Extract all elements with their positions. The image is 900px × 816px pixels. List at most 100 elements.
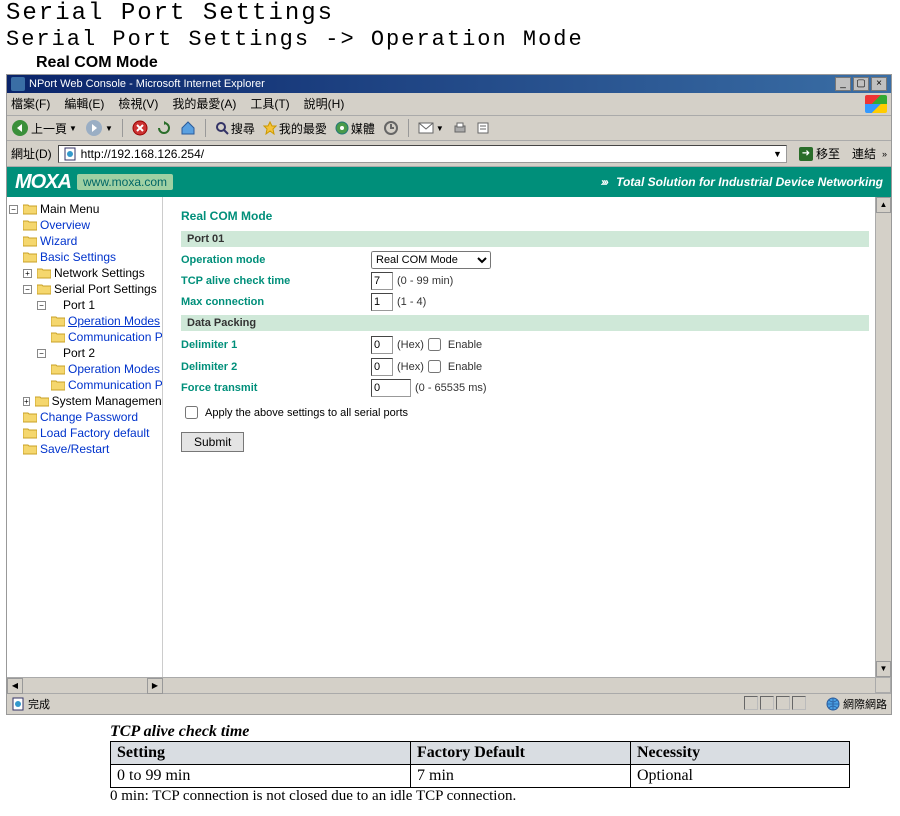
operation-mode-select[interactable]: Real COM Mode [371, 251, 491, 269]
scroll-down-icon[interactable]: ▼ [876, 661, 891, 677]
tree-basic-settings[interactable]: Basic Settings [23, 249, 160, 265]
close-button[interactable]: × [871, 77, 887, 91]
links-label[interactable]: 連結 [852, 145, 876, 162]
folder-icon [51, 379, 65, 391]
folder-icon [51, 363, 65, 375]
links-chevron-icon[interactable]: » [882, 149, 887, 159]
media-button[interactable]: 媒體 [335, 120, 375, 137]
delim1-input[interactable] [371, 336, 393, 354]
menu-tools[interactable]: 工具(T) [250, 95, 289, 113]
param-table: Setting Factory Default Necessity 0 to 9… [110, 741, 850, 788]
banner-tagline: Total Solution for Industrial Device Net… [616, 175, 883, 189]
menubar: 檔案(F) 編輯(E) 檢視(V) 我的最愛(A) 工具(T) 說明(H) [7, 93, 891, 116]
back-button[interactable]: 上一頁 ▼ [11, 119, 77, 137]
tree-system-management[interactable]: + System Management [23, 393, 160, 409]
collapse-icon[interactable]: − [23, 285, 32, 294]
search-button[interactable]: 搜尋 [215, 120, 255, 137]
statusbar: 完成 網際網路 [7, 693, 891, 714]
moxa-banner: MOXA www.moxa.com ››› Total Solution for… [7, 167, 891, 197]
console-body: − Main Menu Overview Wizard Basic Settin… [7, 197, 891, 677]
td-default: 7 min [411, 765, 631, 788]
th-setting: Setting [111, 742, 411, 765]
tcp-alive-input[interactable] [371, 272, 393, 290]
address-label: 網址(D) [11, 145, 52, 162]
scroll-up-icon[interactable]: ▲ [876, 197, 891, 213]
page-heading: Real COM Mode [181, 209, 869, 223]
expand-icon[interactable]: + [23, 269, 32, 278]
history-button[interactable] [383, 120, 399, 136]
url-text: http://192.168.126.254/ [81, 147, 204, 161]
tree-comm-para-1[interactable]: Communication Para [51, 329, 160, 345]
home-button[interactable] [180, 120, 196, 136]
mode-label: Real COM Mode [36, 54, 900, 72]
folder-icon [37, 267, 51, 279]
delim2-enable-label: Enable [448, 361, 482, 373]
doc-title: Serial Port Settings [0, 0, 900, 27]
address-field[interactable]: http://192.168.126.254/ ▼ [58, 145, 787, 163]
data-packing-bar: Data Packing [181, 315, 869, 331]
force-transmit-input[interactable] [371, 379, 411, 397]
tree-network-settings[interactable]: + Network Settings [23, 265, 160, 281]
menu-view[interactable]: 檢視(V) [118, 95, 158, 113]
menu-favorites[interactable]: 我的最愛(A) [172, 95, 236, 113]
collapse-icon[interactable]: − [9, 205, 18, 214]
folder-icon [23, 235, 37, 247]
tree-operation-modes-2[interactable]: Operation Modes [51, 361, 160, 377]
done-icon [11, 697, 25, 711]
content-pane: Real COM Mode Port 01 Operation mode Rea… [163, 197, 875, 677]
scroll-right-icon[interactable]: ▶ [147, 678, 163, 694]
sidebar-horizontal-scrollbar[interactable]: ◀ ▶ [7, 677, 163, 693]
th-necessity: Necessity [631, 742, 850, 765]
toolbar: 上一頁 ▼ ▼ 搜尋 我的最愛 媒體 [7, 116, 891, 141]
tree-operation-modes-1[interactable]: Operation Modes [51, 313, 160, 329]
maxconn-input[interactable] [371, 293, 393, 311]
tree-serial-port-settings[interactable]: − Serial Port Settings [23, 281, 160, 297]
tree-port2[interactable]: − Port 2 [37, 345, 160, 361]
banner-arrows-icon: ››› [601, 175, 607, 189]
tree-root[interactable]: − Main Menu [9, 201, 160, 217]
edit-button[interactable] [476, 121, 490, 135]
go-arrow-icon: ➜ [799, 147, 813, 161]
print-button[interactable] [452, 121, 468, 135]
window-title: NPort Web Console - Microsoft Internet E… [29, 78, 265, 90]
favorites-button[interactable]: 我的最愛 [263, 120, 327, 137]
menu-edit[interactable]: 編輯(E) [64, 95, 104, 113]
submit-button[interactable]: Submit [181, 432, 244, 452]
expand-icon[interactable]: + [23, 397, 30, 406]
tree-wizard[interactable]: Wizard [23, 233, 160, 249]
operation-mode-label: Operation mode [181, 254, 371, 266]
forward-button[interactable]: ▼ [85, 119, 113, 137]
delim2-enable-checkbox[interactable] [428, 360, 441, 373]
apply-all-checkbox[interactable] [185, 406, 198, 419]
delim1-label: Delimiter 1 [181, 339, 371, 351]
address-dropdown-icon[interactable]: ▼ [773, 149, 782, 159]
minimize-button[interactable]: _ [835, 77, 851, 91]
delim1-enable-label: Enable [448, 339, 482, 351]
go-button[interactable]: ➜ 移至 [793, 144, 846, 163]
collapse-icon[interactable]: − [37, 349, 46, 358]
td-setting: 0 to 99 min [111, 765, 411, 788]
maximize-button[interactable]: ▢ [853, 77, 869, 91]
collapse-icon[interactable]: − [37, 301, 46, 310]
mail-button[interactable]: ▼ [418, 121, 444, 135]
tree-change-password[interactable]: Change Password [23, 409, 160, 425]
tree-comm-para-2[interactable]: Communication Para [51, 377, 160, 393]
folder-open-icon [51, 315, 65, 327]
vertical-scrollbar[interactable]: ▲ ▼ [875, 197, 891, 677]
browser-window: NPort Web Console - Microsoft Internet E… [6, 74, 892, 715]
refresh-button[interactable] [156, 120, 172, 136]
tree-overview[interactable]: Overview [23, 217, 160, 233]
delim2-input[interactable] [371, 358, 393, 376]
menu-help[interactable]: 說明(H) [304, 95, 345, 113]
menu-file[interactable]: 檔案(F) [11, 95, 50, 113]
scroll-left-icon[interactable]: ◀ [7, 678, 23, 694]
tree-save-restart[interactable]: Save/Restart [23, 441, 160, 457]
page-icon [63, 147, 77, 161]
port-section-bar: Port 01 [181, 231, 869, 247]
tree-port1[interactable]: − Port 1 [37, 297, 160, 313]
address-bar: 網址(D) http://192.168.126.254/ ▼ ➜ 移至 連結 … [7, 141, 891, 167]
tree-load-factory[interactable]: Load Factory default [23, 425, 160, 441]
td-necessity: Optional [631, 765, 850, 788]
delim1-enable-checkbox[interactable] [428, 338, 441, 351]
stop-button[interactable] [132, 120, 148, 136]
